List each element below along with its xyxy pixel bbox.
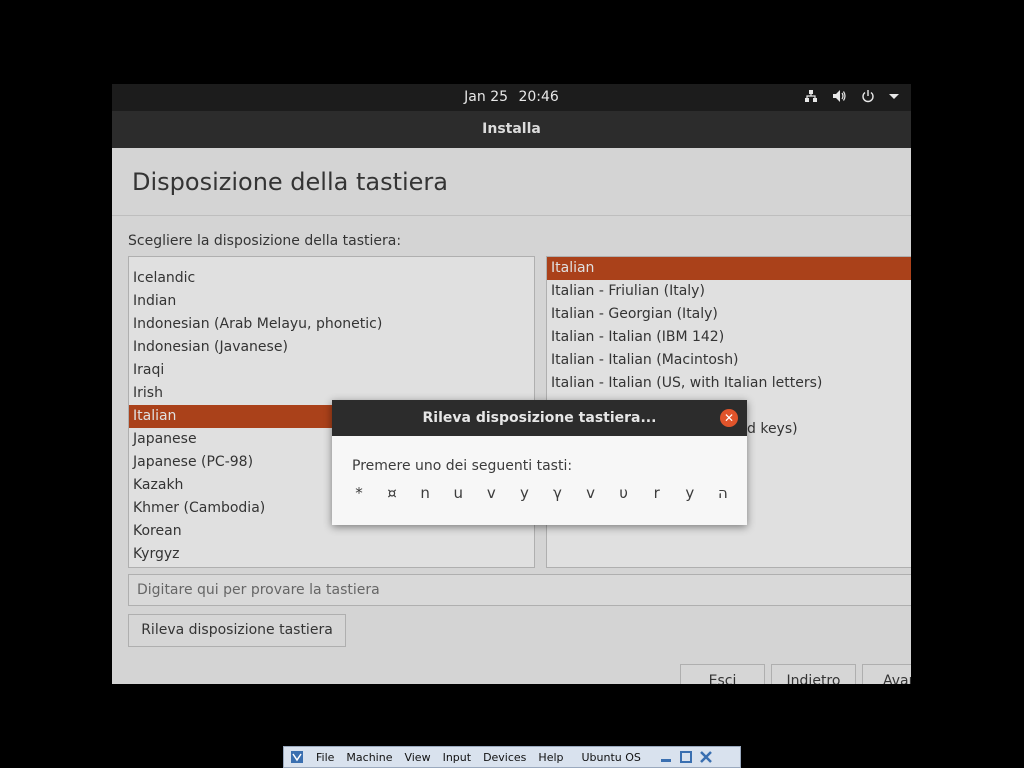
menu-file[interactable]: File — [316, 751, 334, 764]
close-icon[interactable]: ✕ — [720, 409, 738, 427]
menu-devices[interactable]: Devices — [483, 751, 526, 764]
key-glyph: y — [519, 484, 529, 502]
close-window-icon[interactable] — [699, 750, 713, 764]
dialog-titlebar: Rileva disposizione tastiera... ✕ — [332, 400, 747, 436]
minimize-icon[interactable] — [659, 750, 673, 764]
dialog-title: Rileva disposizione tastiera... — [422, 410, 657, 426]
clock-time: 20:46 — [518, 89, 559, 105]
key-glyph: v — [486, 484, 496, 502]
power-icon — [862, 90, 874, 103]
menu-help[interactable]: Help — [538, 751, 563, 764]
key-glyph: * — [355, 484, 363, 502]
key-list: * ¤ n u v y γ v υ r y ה — [346, 484, 736, 502]
restore-icon[interactable] — [679, 750, 693, 764]
volume-icon — [833, 90, 846, 102]
key-glyph: u — [453, 484, 463, 502]
network-icon — [805, 90, 817, 102]
virtualbox-logo-icon[interactable] — [290, 750, 304, 764]
virtualbox-menubar: File Machine View Input Devices Help Ubu… — [283, 746, 741, 768]
key-glyph: y — [685, 484, 695, 502]
vm-name: Ubuntu OS — [581, 750, 641, 764]
key-glyph: n — [420, 484, 430, 502]
key-glyph: υ — [619, 484, 628, 502]
vm-screen: Jan 25 20:46 Installa Disposizione della… — [112, 84, 911, 684]
key-glyph: ¤ — [387, 484, 397, 502]
clock[interactable]: Jan 25 20:46 — [112, 89, 911, 105]
gnome-top-bar: Jan 25 20:46 — [112, 84, 911, 111]
dialog-message: Premere uno dei seguenti tasti: — [352, 458, 573, 474]
dropdown-arrow-icon — [889, 94, 899, 99]
detect-layout-dialog: Rileva disposizione tastiera... ✕ Premer… — [332, 400, 747, 525]
system-tray[interactable] — [804, 89, 899, 103]
menu-view[interactable]: View — [404, 751, 430, 764]
menu-machine[interactable]: Machine — [346, 751, 392, 764]
key-glyph: γ — [553, 484, 562, 502]
key-glyph: v — [586, 484, 595, 502]
menu-input[interactable]: Input — [443, 751, 471, 764]
key-glyph: ה — [717, 484, 728, 502]
window-title: Installa — [112, 111, 911, 148]
key-glyph: r — [653, 484, 660, 502]
clock-date: Jan 25 — [464, 89, 509, 105]
